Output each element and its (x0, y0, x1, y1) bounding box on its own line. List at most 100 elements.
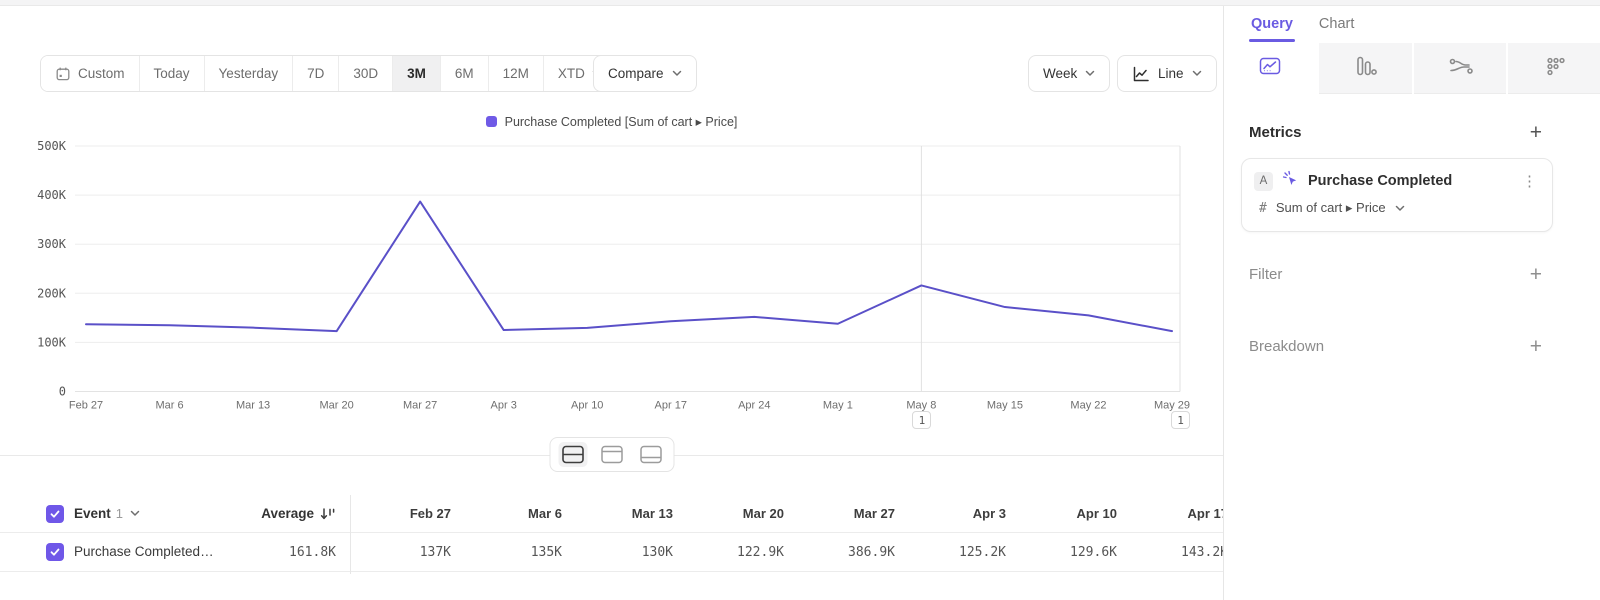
metric-letter-badge: A (1254, 172, 1273, 191)
average-column-header[interactable]: Average (215, 506, 350, 521)
chart-type-label: Line (1158, 66, 1184, 81)
range-today-button[interactable]: Today (140, 56, 205, 91)
cell-value: 137K (350, 545, 461, 560)
results-table: Event 1 Average Feb 27Mar 6Mar 13Mar 20M… (0, 495, 1223, 572)
svg-text:Apr 10: Apr 10 (571, 400, 603, 412)
chart-type-dropdown[interactable]: Line (1117, 55, 1217, 92)
date-column-header[interactable]: Feb 27 (350, 506, 461, 521)
chevron-down-icon (672, 70, 682, 77)
svg-text:May 8: May 8 (906, 400, 936, 412)
cell-value: 143.2K (1127, 545, 1223, 560)
tab-query[interactable]: Query (1249, 12, 1295, 42)
range-3m-button[interactable]: 3M (393, 56, 441, 91)
svg-text:300K: 300K (37, 237, 67, 251)
calendar-icon (55, 66, 71, 82)
annotation-badge[interactable]: 1 (1171, 411, 1190, 429)
date-column-header[interactable]: Apr 3 (905, 506, 1016, 521)
svg-text:0: 0 (59, 385, 66, 399)
row-event-name[interactable]: Purchase Completed [Sum of cart ▸ Price] (74, 544, 215, 560)
active-tab-underline (1249, 39, 1295, 42)
breakdown-title: Breakdown (1249, 338, 1324, 355)
table-column-divider (350, 495, 351, 574)
svg-text:May 15: May 15 (987, 400, 1023, 412)
metric-event-name: Purchase Completed (1308, 173, 1510, 189)
range-yesterday-button[interactable]: Yesterday (205, 56, 294, 91)
date-column-header[interactable]: Apr 17 (1127, 506, 1223, 521)
cell-value: 125.2K (905, 545, 1016, 560)
svg-text:Apr 17: Apr 17 (655, 400, 687, 412)
svg-text:Mar 6: Mar 6 (155, 400, 183, 412)
svg-text:Mar 27: Mar 27 (403, 400, 437, 412)
svg-text:Mar 20: Mar 20 (319, 400, 353, 412)
select-all-checkbox[interactable] (46, 505, 64, 523)
chevron-down-icon (1395, 205, 1405, 212)
funnel-bars-icon (1353, 54, 1377, 83)
cell-value: 122.9K (683, 545, 794, 560)
chevron-down-icon (1192, 70, 1202, 77)
chevron-down-icon (1085, 70, 1095, 77)
panel-tabs: Query Chart (1249, 12, 1356, 42)
date-column-header[interactable]: Mar 13 (572, 506, 683, 521)
flows-report-tab[interactable] (1414, 43, 1507, 94)
svg-text:Feb 27: Feb 27 (69, 400, 103, 412)
granularity-dropdown[interactable]: Week (1028, 55, 1110, 92)
add-breakdown-button[interactable]: + (1530, 336, 1542, 357)
range-custom-button[interactable]: Custom (41, 56, 140, 91)
svg-text:500K: 500K (37, 139, 67, 153)
granularity-label: Week (1043, 66, 1077, 81)
svg-text:Apr 3: Apr 3 (491, 400, 517, 412)
range-12m-button[interactable]: 12M (489, 56, 544, 91)
date-column-header[interactable]: Mar 27 (794, 506, 905, 521)
metric-menu-icon[interactable]: ⋮ (1519, 172, 1540, 190)
chart-only-view-button[interactable] (597, 442, 626, 467)
date-column-header[interactable]: Mar 20 (683, 506, 794, 521)
breakdown-section: Breakdown + (1249, 336, 1542, 357)
range-6m-button[interactable]: 6M (441, 56, 489, 91)
range-30d-button[interactable]: 30D (339, 56, 393, 91)
tab-chart[interactable]: Chart (1317, 12, 1356, 42)
numeric-property-icon: # (1259, 201, 1267, 216)
event-column-header[interactable]: Event (74, 506, 111, 521)
funnels-report-tab[interactable] (1319, 43, 1412, 94)
table-row: Purchase Completed [Sum of cart ▸ Price]… (0, 533, 1223, 572)
split-view-button[interactable] (558, 442, 587, 467)
retention-dots-icon (1543, 54, 1567, 83)
event-click-icon (1282, 170, 1299, 192)
table-only-view-button[interactable] (636, 442, 665, 467)
insights-report-tab[interactable] (1224, 43, 1317, 94)
query-builder-panel: Query Chart (1223, 6, 1600, 600)
cell-value: 135K (461, 545, 572, 560)
series-color-swatch (486, 116, 497, 127)
metric-card[interactable]: A Purchase Completed ⋮ # Sum of cart ▸ P… (1241, 158, 1553, 232)
line-chart-icon (1132, 65, 1150, 83)
svg-text:May 1: May 1 (823, 400, 853, 412)
retention-report-tab[interactable] (1508, 43, 1600, 94)
add-metric-button[interactable]: + (1530, 122, 1542, 143)
svg-text:200K: 200K (37, 286, 67, 300)
date-column-header[interactable]: Mar 6 (461, 506, 572, 521)
flows-icon (1447, 54, 1473, 83)
filter-section: Filter + (1249, 264, 1542, 285)
svg-text:400K: 400K (37, 188, 67, 202)
metrics-title: Metrics (1249, 124, 1302, 141)
report-main-area: Custom TodayYesterday7D30D3M6M12M XTD Co… (0, 6, 1223, 600)
svg-text:100K: 100K (37, 335, 67, 349)
compare-button[interactable]: Compare (593, 55, 697, 92)
range-7d-button[interactable]: 7D (293, 56, 339, 91)
line-chart[interactable]: 0 100K 200K 300K 400K 500K Feb 27 Mar 6 Mar 13 Ma… (0, 132, 1223, 448)
row-checkbox[interactable] (46, 543, 64, 561)
cell-value: 129.6K (1016, 545, 1127, 560)
event-count: 1 (116, 506, 123, 521)
series-legend-label: Purchase Completed [Sum of cart ▸ Price] (505, 114, 738, 129)
date-column-header[interactable]: Apr 10 (1016, 506, 1127, 521)
add-filter-button[interactable]: + (1530, 264, 1542, 285)
compare-label: Compare (608, 66, 664, 81)
metric-aggregation[interactable]: Sum of cart ▸ Price (1276, 200, 1386, 216)
chart-legend[interactable]: Purchase Completed [Sum of cart ▸ Price] (0, 114, 1223, 129)
cell-value: 386.9K (794, 545, 905, 560)
svg-text:May 29: May 29 (1154, 400, 1190, 412)
svg-text:Apr 24: Apr 24 (738, 400, 770, 412)
svg-text:Mar 13: Mar 13 (236, 400, 270, 412)
metrics-section-header: Metrics + (1249, 122, 1542, 143)
annotation-badge[interactable]: 1 (912, 411, 931, 429)
